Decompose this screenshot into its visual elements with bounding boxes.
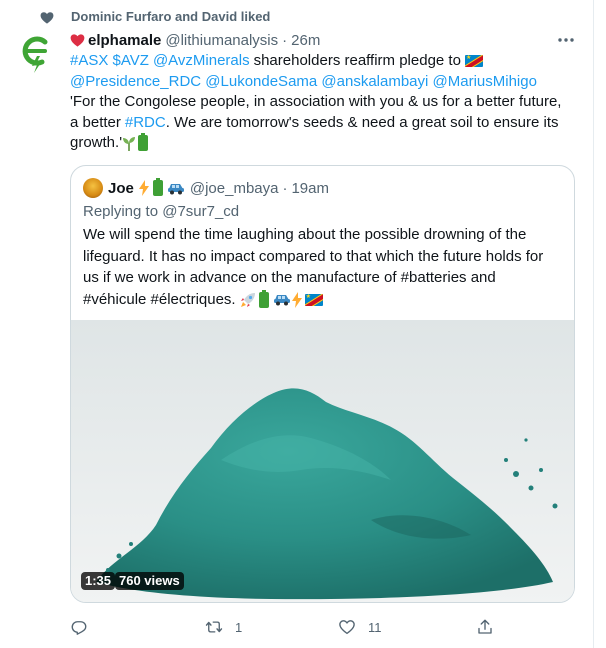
quoted-tweet[interactable]: Joe @joe_mbaya · 19am Replying to @7sur7… [70, 165, 575, 603]
quoted-tweet-header: Joe @joe_mbaya · 19am [83, 178, 329, 198]
mention-avzminerals[interactable]: @AvzMinerals [153, 51, 250, 72]
social-context-text[interactable]: Dominic Furfaro and David liked [71, 9, 270, 24]
quoted-line-4: #véhicule #électriques. [83, 290, 236, 308]
quoted-line-1: We will spend the time laughing about th… [83, 226, 527, 243]
car-icon [167, 183, 184, 194]
separator-dot: · [282, 31, 288, 49]
drc-flag-icon: ★ [464, 55, 483, 68]
video-player[interactable] [71, 320, 574, 602]
like-button[interactable]: 11 [338, 616, 382, 638]
lightning-icon [291, 291, 302, 308]
tweet-text-line4-post: . We are tomorrow's seeds & need a great… [165, 113, 559, 131]
timeline-border [593, 0, 594, 648]
retweet-count: 1 [235, 619, 243, 635]
quoted-tweet-text: We will spend the time laughing about th… [83, 224, 568, 310]
retweet-icon [205, 621, 223, 633]
quoted-display-name: Joe [108, 179, 134, 197]
seedling-icon [123, 136, 136, 151]
reply-icon [71, 621, 87, 635]
tweet-text-line5: growth.' [70, 134, 123, 151]
video-thumbnail [71, 320, 574, 602]
heart-icon [40, 12, 54, 24]
tweet-text-line1: shareholders reaffirm pledge to [253, 52, 461, 69]
hashtag-rdc[interactable]: #RDC [125, 113, 166, 134]
quoted-separator: · [282, 179, 288, 197]
replying-to: Replying to @7sur7_cd [83, 203, 240, 220]
lightning-icon [138, 180, 149, 196]
rocket-icon [240, 292, 255, 307]
display-name[interactable]: elphamale [88, 32, 161, 49]
battery-icon [258, 289, 269, 308]
quoted-timestamp: 19am [291, 179, 329, 197]
tweet-header: elphamale @lithiumanalysis · 26m [70, 30, 580, 50]
tweet-text-line4-pre: a better [70, 113, 121, 131]
red-heart-icon [70, 34, 85, 47]
car-icon [273, 295, 290, 306]
tweet-text-line3: 'For the Congolese people, in associatio… [70, 93, 562, 110]
quoted-avatar [83, 178, 103, 198]
quoted-line-2: lifeguard. It has no impact compared to … [83, 247, 544, 265]
video-views: 760 views [115, 572, 184, 590]
avatar[interactable] [18, 34, 52, 74]
drc-flag-icon: ★ [304, 293, 323, 306]
quoted-line-3: us if we work in advance on the manufact… [83, 269, 496, 287]
share-icon [478, 619, 492, 634]
mentions-line[interactable]: @Presidence_RDC @LukondeSama @anskalamba… [70, 72, 537, 93]
user-handle[interactable]: @lithiumanalysis [165, 32, 278, 49]
cashtags[interactable]: #ASX $AVZ [70, 51, 149, 72]
tweet-actions: 1 11 [70, 616, 510, 638]
battery-icon [152, 178, 163, 196]
like-heart-icon [339, 620, 355, 635]
battery-icon [138, 133, 149, 152]
timestamp[interactable]: 26m [291, 32, 320, 49]
more-options-icon[interactable] [556, 32, 576, 48]
retweet-button[interactable]: 1 [205, 616, 242, 638]
reply-button[interactable] [70, 616, 100, 638]
quoted-handle: @joe_mbaya [189, 179, 279, 197]
tweet-text: #ASX $AVZ @AvzMinerals shareholders reaf… [70, 51, 584, 154]
like-count: 11 [368, 619, 382, 635]
video-duration: 1:35 [81, 572, 116, 590]
share-button[interactable] [476, 616, 506, 638]
